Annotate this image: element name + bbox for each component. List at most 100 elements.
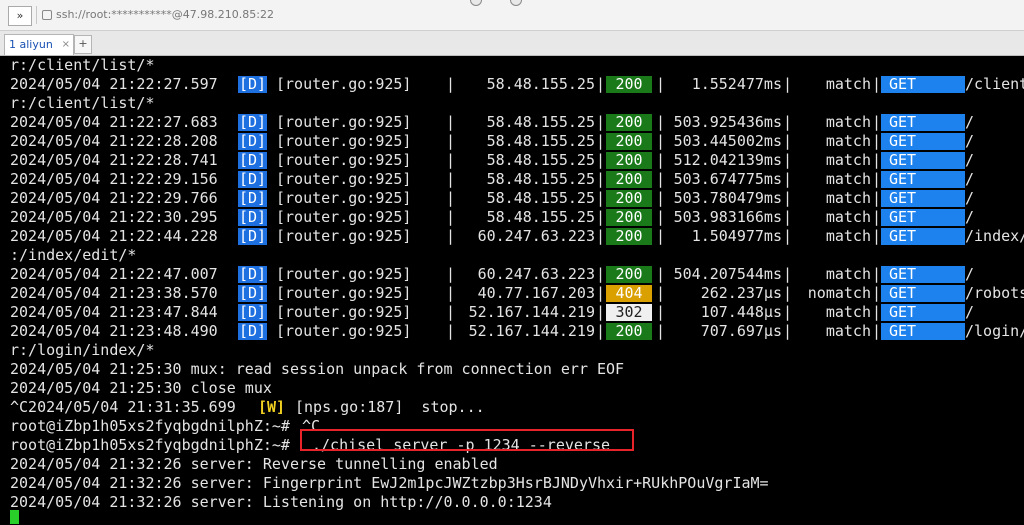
status-badge: 200 — [606, 190, 652, 207]
debug-badge: [D] — [238, 265, 268, 283]
column-divider: | — [872, 113, 882, 131]
match-value: match — [825, 132, 871, 150]
tab-bar: 1 aliyun × + — [0, 31, 1024, 56]
client-ip: 58.48.155.25 — [486, 75, 595, 93]
log-timestamp: 2024/05/04 21:22:44.228 — [10, 227, 218, 245]
match-value: match — [825, 151, 871, 169]
request-path: /login/ — [965, 322, 1024, 340]
status-badge: 200 — [606, 323, 652, 340]
shell-prompt: root@iZbp1h05xs2fyqbgdnilphZ:~# — [10, 417, 290, 435]
column-divider: | — [656, 75, 666, 93]
server-output-line: 2024/05/04 21:32:26 server: Reverse tunn… — [10, 455, 498, 473]
route-line: r:/client/list/* — [10, 94, 155, 112]
stop-line: ^C2024/05/04 21:31:35.699 [W] [nps.go:18… — [10, 398, 485, 417]
route-line: r:/login/index/* — [10, 341, 155, 359]
request-path: / — [965, 132, 975, 150]
log-source: [router.go:925] — [276, 265, 412, 283]
debug-badge: [D] — [238, 208, 268, 226]
match-value: match — [825, 189, 871, 207]
toolbar-icon[interactable] — [470, 0, 482, 6]
tab-aliyun[interactable]: 1 aliyun × — [4, 34, 74, 55]
client-ip: 58.48.155.25 — [486, 189, 595, 207]
shell-prompt: root@iZbp1h05xs2fyqbgdnilphZ:~# — [10, 436, 290, 454]
column-divider: | — [446, 132, 456, 150]
match-value: match — [825, 303, 871, 321]
client-ip: 52.167.144.219 — [468, 322, 595, 340]
terminal-output[interactable]: r:/client/list/* 2024/05/04 21:22:27.597… — [0, 56, 1024, 525]
status-badge: 200 — [606, 266, 652, 283]
method-badge: GET — [881, 304, 965, 321]
debug-badge: [D] — [238, 189, 268, 207]
expand-toolbar-button[interactable]: » — [8, 6, 32, 26]
latency-value: 503.780479ms — [673, 189, 782, 207]
stop-timestamp: ^C2024/05/04 21:31:35.699 — [10, 398, 236, 416]
column-divider: | — [446, 284, 456, 302]
column-divider: | — [783, 208, 793, 226]
column-divider: | — [596, 227, 606, 245]
client-ip: 40.77.167.203 — [477, 284, 595, 302]
latency-value: 1.504977ms — [691, 227, 782, 245]
toolbar-icon[interactable] — [510, 0, 522, 6]
log-timestamp: 2024/05/04 21:22:30.295 — [10, 208, 218, 226]
request-path: /index/ — [965, 227, 1024, 245]
column-divider: | — [656, 284, 666, 302]
status-badge: 404 — [606, 285, 652, 302]
status-badge: 200 — [606, 228, 652, 245]
method-badge: GET — [881, 76, 965, 93]
latency-value: 504.207544ms — [673, 265, 782, 283]
route-line: :/index/edit/* — [10, 246, 137, 264]
request-path: / — [965, 189, 975, 207]
method-badge: GET — [881, 171, 965, 188]
column-divider: | — [783, 284, 793, 302]
close-icon[interactable]: × — [62, 35, 70, 55]
match-value: match — [825, 265, 871, 283]
status-badge: 200 — [606, 152, 652, 169]
client-ip: 52.167.144.219 — [468, 303, 595, 321]
client-ip: 60.247.63.223 — [477, 265, 595, 283]
method-badge: GET — [881, 152, 965, 169]
column-divider: | — [872, 303, 882, 321]
column-divider: | — [596, 208, 606, 226]
column-divider: | — [872, 151, 882, 169]
mux-error-line: 2024/05/04 21:25:30 mux: read session un… — [10, 360, 625, 378]
new-tab-button[interactable]: + — [74, 35, 92, 54]
status-badge: 200 — [606, 209, 652, 226]
column-divider: | — [596, 284, 606, 302]
method-badge: GET — [881, 114, 965, 131]
log-timestamp: 2024/05/04 21:22:28.208 — [10, 132, 218, 150]
client-ip: 58.48.155.25 — [486, 132, 595, 150]
column-divider: | — [656, 189, 666, 207]
status-badge: 200 — [606, 76, 652, 93]
column-divider: | — [656, 208, 666, 226]
route-line: r:/client/list/* — [10, 56, 155, 74]
method-badge: GET — [881, 228, 965, 245]
method-badge: GET — [881, 285, 965, 302]
column-divider: | — [872, 75, 882, 93]
column-divider: | — [596, 303, 606, 321]
toolbar-separator — [36, 6, 37, 24]
column-divider: | — [656, 303, 666, 321]
client-ip: 58.48.155.25 — [486, 113, 595, 131]
session-address[interactable]: ssh://root:***********@47.98.210.85:22 — [56, 8, 274, 21]
log-timestamp: 2024/05/04 21:22:27.597 — [10, 75, 218, 93]
column-divider: | — [872, 265, 882, 283]
method-badge: GET — [881, 190, 965, 207]
column-divider: | — [446, 151, 456, 169]
log-timestamp: 2024/05/04 21:22:28.741 — [10, 151, 218, 169]
client-ip: 60.247.63.223 — [477, 227, 595, 245]
column-divider: | — [446, 208, 456, 226]
tab-label: 1 aliyun — [9, 38, 53, 51]
log-source: [router.go:925] — [276, 113, 412, 131]
latency-value: 503.925436ms — [673, 113, 782, 131]
log-timestamp: 2024/05/04 21:22:47.007 — [10, 265, 218, 283]
column-divider: | — [596, 151, 606, 169]
column-divider: | — [596, 113, 606, 131]
warn-badge: [W] — [258, 398, 286, 416]
column-divider: | — [596, 75, 606, 93]
log-timestamp: 2024/05/04 21:23:38.570 — [10, 284, 218, 302]
log-source: [router.go:925] — [276, 75, 412, 93]
column-divider: | — [656, 170, 666, 188]
log-source: [router.go:925] — [276, 189, 412, 207]
column-divider: | — [446, 227, 456, 245]
column-divider: | — [656, 132, 666, 150]
